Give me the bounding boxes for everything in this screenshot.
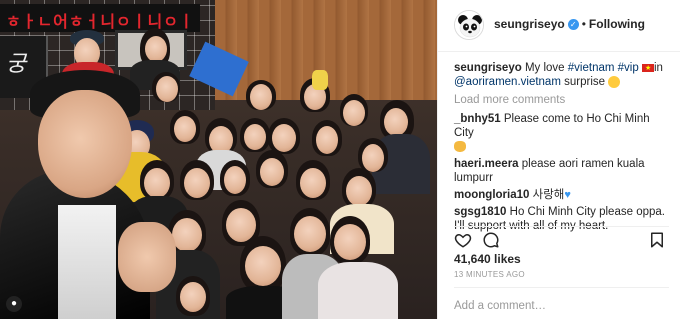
avatar[interactable] bbox=[454, 10, 484, 40]
caption: seungriseyo My love #vietnam #vip in @ao… bbox=[454, 61, 669, 89]
hashtag-vietnam[interactable]: #vietnam bbox=[568, 62, 615, 74]
caption-text-before: My love bbox=[524, 62, 565, 74]
post-photo[interactable]: ㅎㅏㄴ어ㅎㅓ니ㅇㅣ니ㅇㅣ 궁 ● bbox=[0, 0, 437, 319]
post-header: seungriseyo ✓ • Following bbox=[438, 0, 680, 52]
cat-emoji-icon bbox=[454, 141, 466, 153]
caption-text-in: in bbox=[653, 62, 663, 74]
comment-item: moongloria10 사랑해♥ bbox=[454, 188, 669, 202]
caption-text-after: surprise bbox=[564, 76, 606, 88]
post-timestamp[interactable]: 13 MINUTES AGO bbox=[454, 270, 525, 279]
comment-item: _bnhy51 Please come to Ho Chi Minh City bbox=[454, 112, 669, 154]
blue-heart-icon: ♥ bbox=[564, 189, 571, 201]
vietnam-flag-icon bbox=[641, 62, 654, 76]
hand bbox=[118, 222, 176, 292]
bookmark-icon[interactable] bbox=[648, 231, 666, 249]
following-button[interactable]: Following bbox=[589, 17, 645, 31]
verified-badge-icon: ✓ bbox=[567, 19, 579, 31]
comment-username[interactable]: moongloria10 bbox=[454, 189, 529, 201]
crowd bbox=[0, 0, 437, 319]
header-username[interactable]: seungriseyo bbox=[494, 17, 565, 31]
caption-username[interactable]: seungriseyo bbox=[454, 62, 522, 74]
likes-count[interactable]: 41,640 likes bbox=[454, 252, 521, 266]
comment-item: haeri.meera please aori ramen kuala lump… bbox=[454, 157, 669, 185]
comment-username[interactable]: haeri.meera bbox=[454, 158, 519, 170]
comment-text: 사랑해 bbox=[532, 189, 565, 201]
header-separator: • bbox=[581, 17, 586, 31]
comment-username[interactable]: _bnhy51 bbox=[454, 113, 501, 125]
panda-avatar-icon bbox=[455, 11, 483, 39]
load-more-comments[interactable]: Load more comments bbox=[454, 93, 669, 107]
hashtag-vip[interactable]: #vip bbox=[618, 62, 639, 74]
comments-list: seungriseyo My love #vietnam #vip in @ao… bbox=[454, 61, 669, 236]
heart-eyes-emoji-icon bbox=[608, 75, 621, 88]
comment-bubble-icon[interactable] bbox=[482, 231, 500, 249]
action-bar bbox=[454, 226, 669, 250]
comment-username[interactable]: sgsg1810 bbox=[454, 206, 506, 218]
selfie-face bbox=[38, 90, 132, 198]
add-comment-input[interactable] bbox=[454, 300, 669, 312]
post-sidebar: seungriseyo ✓ • Following seungriseyo My lo… bbox=[437, 0, 680, 319]
like-heart-icon[interactable] bbox=[454, 231, 472, 249]
add-comment-area bbox=[454, 287, 669, 319]
camera-icon: ● bbox=[6, 296, 22, 312]
mention-aoriramen[interactable]: @aoriramen.vietnam bbox=[454, 76, 561, 88]
